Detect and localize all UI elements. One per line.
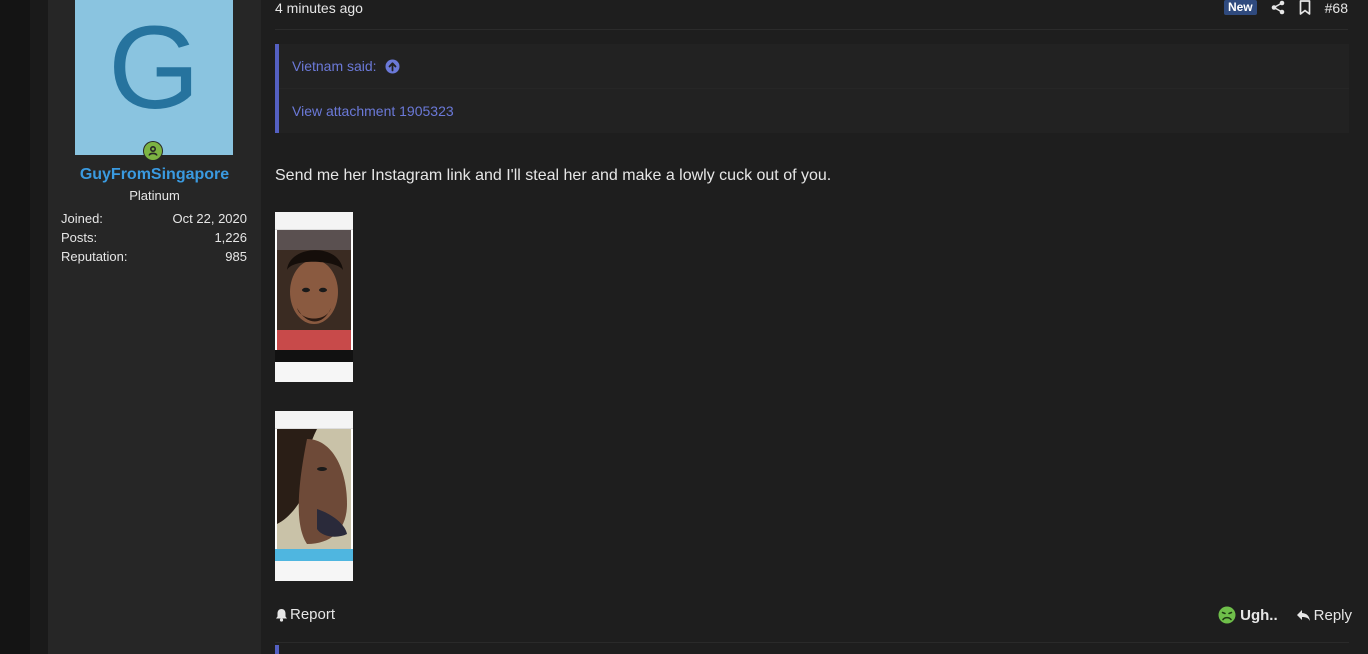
post-main: 4 minutes ago New #68 Vietnam said: View… [261, 0, 1368, 654]
user-online-icon [144, 142, 162, 160]
post-footer-actions: Ugh.. Reply [1218, 606, 1352, 624]
sick-face-icon [1218, 606, 1236, 624]
reaction-button[interactable]: Ugh.. [1218, 606, 1278, 624]
reply-arrow-icon [1296, 609, 1311, 622]
stat-label: Joined: [61, 211, 103, 226]
quote-block: Vietnam said: View attachment 1905323 [275, 44, 1349, 133]
reaction-label: Ugh.. [1240, 606, 1278, 624]
avatar-letter: G [108, 1, 200, 134]
post-header-actions: New #68 [1223, 0, 1348, 16]
report-button[interactable]: Report [275, 606, 335, 623]
user-title: Platinum [129, 188, 180, 203]
attachment-browser-bar [275, 212, 353, 230]
quote-body: View attachment 1905323 [279, 89, 1349, 133]
reply-button[interactable]: Reply [1296, 607, 1352, 624]
post-timestamp[interactable]: 4 minutes ago [275, 0, 363, 16]
stat-row-joined: Joined: Oct 22, 2020 [61, 210, 247, 229]
header-divider [275, 29, 1348, 30]
post-body-text: Send me her Instagram link and I'll stea… [275, 167, 832, 184]
user-stats: Joined: Oct 22, 2020 Posts: 1,226 Reputa… [61, 210, 247, 267]
stat-label: Posts: [61, 230, 98, 245]
attachment-nav-bar [275, 561, 353, 581]
bookmark-icon[interactable] [1299, 0, 1311, 15]
attachment-photo [277, 230, 351, 350]
page-gutter [30, 0, 48, 654]
attachment-photo [277, 429, 351, 549]
reply-label: Reply [1313, 606, 1352, 624]
next-quote-bar [275, 645, 279, 654]
quote-header: Vietnam said: [279, 44, 1349, 89]
post-user-panel: G GuyFromSingapore Platinum Joined: Oct … [48, 0, 261, 654]
username-link[interactable]: GuyFromSingapore [48, 166, 261, 184]
attachment-nav-bar [275, 362, 353, 382]
quote-author-link[interactable]: Vietnam said: [292, 58, 377, 74]
attachment-thumbnail[interactable] [275, 411, 353, 581]
stat-label: Reputation: [61, 249, 128, 264]
report-label: Report [290, 606, 336, 623]
stat-value: Oct 22, 2020 [172, 211, 247, 226]
bell-icon [275, 608, 288, 622]
stat-row-posts: Posts: 1,226 [61, 229, 247, 248]
post-number-link[interactable]: #68 [1325, 0, 1348, 16]
attachment-action-bar [275, 350, 353, 362]
attachment-action-bar [275, 549, 353, 561]
arrow-up-circle-icon[interactable] [385, 59, 400, 74]
quote-attachment-link[interactable]: View attachment 1905323 [292, 103, 454, 119]
next-post-divider [275, 642, 1349, 643]
stat-value[interactable]: 1,226 [214, 229, 247, 248]
share-icon[interactable] [1271, 0, 1285, 15]
attachment-browser-bar [275, 411, 353, 429]
stat-row-reputation: Reputation: 985 [61, 248, 247, 267]
stat-value: 985 [225, 249, 247, 264]
avatar[interactable]: G [75, 0, 233, 155]
new-badge: New [1223, 0, 1257, 15]
page-edge [0, 0, 30, 654]
online-status-badge [143, 141, 163, 161]
attachment-thumbnail[interactable] [275, 212, 353, 382]
